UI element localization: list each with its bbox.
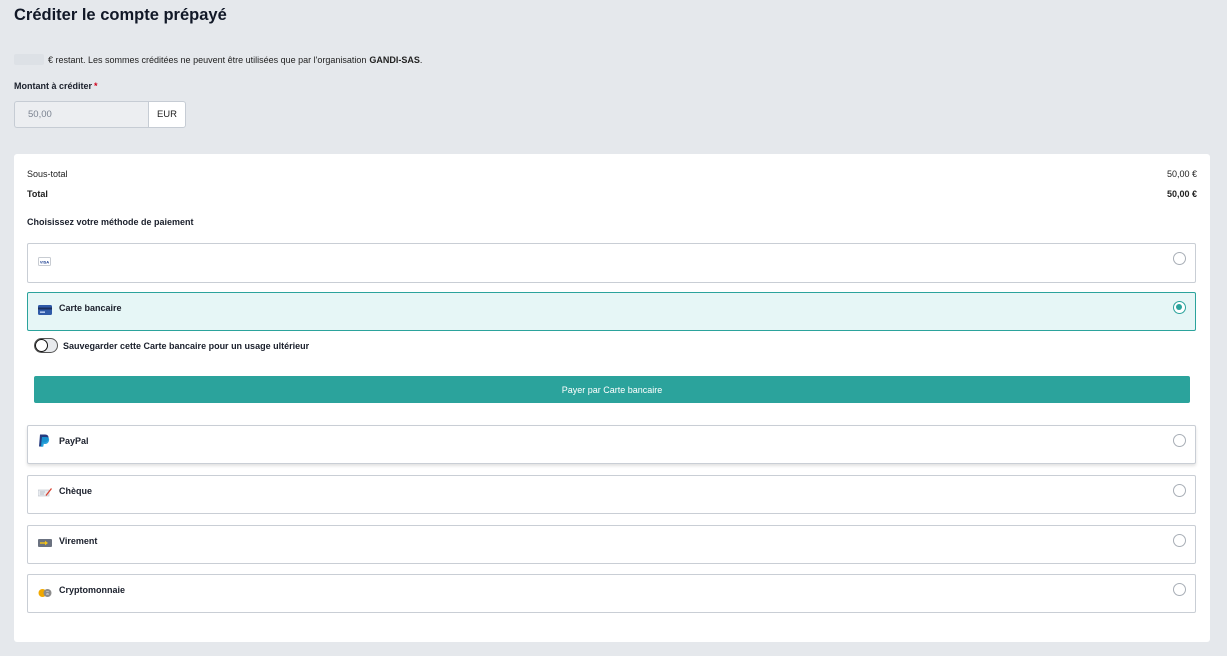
total-label: Total (27, 189, 48, 199)
credit-card-icon (38, 302, 52, 315)
amount-input[interactable] (14, 101, 148, 128)
payment-method-virement[interactable]: Virement (27, 525, 1196, 564)
payment-method-label: PayPal (59, 436, 89, 446)
amount-label: Montant à créditer * (14, 81, 98, 91)
amount-label-text: Montant à créditer (14, 81, 93, 91)
visa-card-icon: VISA (38, 253, 52, 266)
radio-virement[interactable] (1173, 534, 1186, 547)
payment-method-cheque[interactable]: Chèque (27, 475, 1196, 514)
payment-method-cryptomonnaie[interactable]: Ξ Cryptomonnaie (27, 574, 1196, 613)
pay-button[interactable]: Payer par Carte bancaire (34, 376, 1190, 403)
cheque-icon (37, 485, 53, 497)
balance-text: € restant. Les sommes créditées ne peuve… (48, 54, 367, 65)
radio-cryptomonnaie[interactable] (1173, 583, 1186, 596)
balance-amount-redacted (14, 54, 44, 65)
radio-cheque[interactable] (1173, 484, 1186, 497)
subtotal-row: Sous-total 50,00 € (27, 169, 1197, 179)
radio-carte-bancaire[interactable] (1173, 301, 1186, 314)
transfer-icon (38, 535, 52, 547)
payment-method-label: Virement (59, 536, 98, 546)
organisation-name: GANDI-SAS (369, 54, 420, 65)
subtotal-label: Sous-total (27, 169, 68, 179)
total-row: Total 50,00 € (27, 189, 1197, 199)
payment-method-paypal[interactable]: PayPal (27, 425, 1196, 464)
balance-suffix: . (419, 54, 423, 65)
payment-method-label: Chèque (59, 486, 93, 496)
subtotal-value: 50,00 € (1166, 169, 1197, 179)
payment-method-label: Cryptomonnaie (59, 585, 126, 595)
balance-info: € restant. Les sommes créditées ne peuve… (14, 54, 422, 65)
required-mark: * (94, 81, 98, 91)
svg-text:VISA: VISA (40, 259, 49, 264)
payment-method-heading: Choisissez votre méthode de paiement (27, 217, 194, 227)
amount-field-group: EUR (14, 101, 186, 128)
payment-panel: Sous-total 50,00 € Total 50,00 € Choisis… (14, 154, 1210, 642)
paypal-icon (38, 434, 52, 447)
crypto-icon: Ξ (38, 585, 52, 597)
save-card-option: Sauvegarder cette Carte bancaire pour un… (34, 338, 309, 353)
payment-method-label: Carte bancaire (59, 303, 122, 313)
currency-unit: EUR (148, 101, 186, 128)
page-title: Créditer le compte prépayé (14, 6, 227, 24)
save-card-toggle[interactable] (34, 338, 58, 353)
payment-method-carte-bancaire[interactable]: Carte bancaire (27, 292, 1196, 331)
total-value: 50,00 € (1166, 189, 1197, 199)
save-card-label: Sauvegarder cette Carte bancaire pour un… (63, 340, 310, 351)
radio-paypal[interactable] (1173, 434, 1186, 447)
payment-method-visa[interactable]: VISA (27, 243, 1196, 283)
radio-visa[interactable] (1173, 252, 1186, 265)
